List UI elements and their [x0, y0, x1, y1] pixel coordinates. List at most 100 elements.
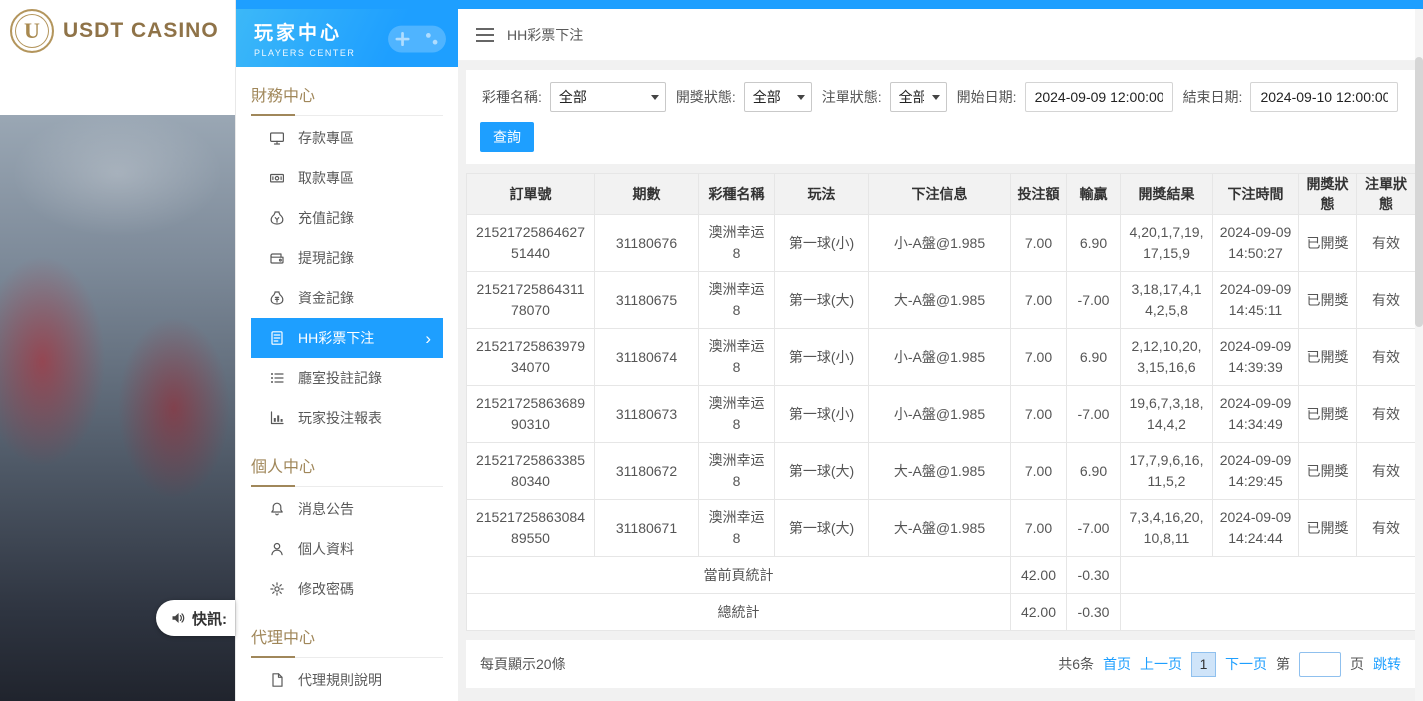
page-jump-input[interactable]: [1299, 652, 1341, 677]
news-ticker[interactable]: 快訊:: [156, 600, 235, 636]
sidebar-item-gear[interactable]: 修改密碼: [251, 569, 443, 609]
column-header: 開獎狀態: [1299, 174, 1357, 215]
content-area: 彩種名稱: 全部 開獎狀態: 全部: [458, 61, 1423, 701]
brand-name: USDT CASINO: [63, 19, 219, 43]
sidebar-item-label: 資金記錄: [298, 288, 354, 308]
column-header: 彩種名稱: [699, 174, 775, 215]
site-left-column: U USDT CASINO 快訊:: [0, 0, 235, 701]
sidebar-nav: 財務中心存款專區取款專區充值記錄提現記錄資金記錄HH彩票下注›廳室投註記錄玩家投…: [236, 82, 458, 700]
cell-bet-info: 小-A盤@1.985: [869, 215, 1011, 272]
sidebar-item-label: 廳室投註記錄: [298, 368, 382, 388]
cell-draw-status: 已開獎: [1299, 329, 1357, 386]
menu-toggle-icon[interactable]: [476, 28, 494, 42]
sidebar-item-bell[interactable]: 消息公告: [251, 489, 443, 529]
sidebar-item-room-record[interactable]: 廳室投註記錄: [251, 358, 443, 398]
sidebar-item-cashout-record[interactable]: 提現記錄: [251, 238, 443, 278]
table-row: 215217258633858034031180672澳洲幸运8第一球(大)大-…: [467, 443, 1416, 500]
prev-page-link[interactable]: 上一页: [1140, 654, 1182, 674]
next-page-link[interactable]: 下一页: [1225, 654, 1267, 674]
brand-logo[interactable]: U USDT CASINO: [0, 0, 235, 62]
cell-order-status: 有效: [1357, 500, 1416, 557]
jump-button[interactable]: 跳转: [1373, 654, 1401, 674]
cell-order: 2152172586462751440: [467, 215, 595, 272]
scrollbar-thumb[interactable]: [1415, 57, 1423, 327]
gamepad-icon: [386, 17, 448, 59]
cell-order-status: 有效: [1357, 329, 1416, 386]
cell-draw-status: 已開獎: [1299, 272, 1357, 329]
cell-lottery: 澳洲幸运8: [699, 329, 775, 386]
grand-total-label: 總統計: [467, 594, 1011, 631]
column-header: 期數: [595, 174, 699, 215]
start-date-input[interactable]: [1025, 82, 1173, 112]
table-row: 215217258636899031031180673澳洲幸运8第一球(小)小-…: [467, 386, 1416, 443]
jump-prefix-label: 第: [1276, 654, 1290, 674]
main-area: HH彩票下注 彩種名稱: 全部 開獎: [458, 9, 1423, 701]
current-page[interactable]: 1: [1191, 652, 1216, 677]
grand-total-winloss: -0.30: [1067, 594, 1121, 631]
column-header: 投注額: [1011, 174, 1067, 215]
table-row: 215217258646275144031180676澳洲幸运8第一球(小)小-…: [467, 215, 1416, 272]
sidebar-item-document[interactable]: 代理規則說明: [251, 660, 443, 700]
sidebar-item-label: 充值記錄: [298, 208, 354, 228]
chevron-right-icon: ›: [425, 330, 431, 347]
bell-icon: [269, 501, 285, 517]
cell-amount: 7.00: [1011, 443, 1067, 500]
cell-lottery: 澳洲幸运8: [699, 215, 775, 272]
column-header: 輸贏: [1067, 174, 1121, 215]
filter-panel: 彩種名稱: 全部 開獎狀態: 全部: [466, 70, 1415, 164]
cell-lottery: 澳洲幸运8: [699, 443, 775, 500]
window-scrollbar[interactable]: [1415, 9, 1423, 701]
bets-table-card: 訂單號期數彩種名稱玩法下注信息投注額輸贏開獎結果下注時間開獎狀態注單狀態 215…: [466, 173, 1415, 631]
sidebar-item-withdraw[interactable]: 取款專區: [251, 158, 443, 198]
ticker-label: 快訊:: [192, 608, 227, 629]
order-status-select[interactable]: 全部: [890, 82, 947, 112]
table-row: 215217258643117807031180675澳洲幸运8第一球(大)大-…: [467, 272, 1416, 329]
cell-result: 7,3,4,16,20,10,8,11: [1121, 500, 1213, 557]
first-page-link[interactable]: 首页: [1103, 654, 1131, 674]
cell-period: 31180672: [595, 443, 699, 500]
cell-bet-info: 大-A盤@1.985: [869, 272, 1011, 329]
grand-total-empty: [1121, 594, 1416, 631]
start-date-label: 開始日期:: [957, 87, 1017, 107]
cell-result: 17,7,9,6,16,11,5,2: [1121, 443, 1213, 500]
cell-result: 19,6,7,3,18,14,4,2: [1121, 386, 1213, 443]
sidebar-item-label: 提現記錄: [298, 248, 354, 268]
cell-period: 31180673: [595, 386, 699, 443]
sidebar-item-user[interactable]: 個人資料: [251, 529, 443, 569]
cell-winloss: -7.00: [1067, 386, 1121, 443]
query-button[interactable]: 查詢: [480, 122, 534, 152]
casino-logo-icon: U: [10, 9, 54, 53]
cell-period: 31180676: [595, 215, 699, 272]
end-date-input[interactable]: [1250, 82, 1398, 112]
funds-record-icon: [269, 290, 285, 306]
cell-time: 2024-09-09 14:34:49: [1213, 386, 1299, 443]
app-window: U USDT CASINO 快訊: 玩家中心 PLAYERS CENTER: [0, 0, 1423, 701]
cell-order-status: 有效: [1357, 386, 1416, 443]
sidebar-item-label: 存款專區: [298, 128, 354, 148]
cell-period: 31180675: [595, 272, 699, 329]
document-icon: [269, 672, 285, 688]
sidebar-item-label: 消息公告: [298, 499, 354, 519]
cell-time: 2024-09-09 14:50:27: [1213, 215, 1299, 272]
right-region: 玩家中心 PLAYERS CENTER 財務中心存款專區取款專區充值記錄提現記錄…: [235, 0, 1423, 701]
sidebar-item-recharge-record[interactable]: 充值記錄: [251, 198, 443, 238]
cell-play: 第一球(小): [775, 329, 869, 386]
page-size-text: 每頁顯示20條: [480, 654, 566, 674]
logo-letter: U: [24, 18, 40, 44]
cell-result: 3,18,17,4,14,2,5,8: [1121, 272, 1213, 329]
sidebar-item-lottery-bet[interactable]: HH彩票下注›: [251, 318, 443, 358]
sidebar-item-label: 修改密碼: [298, 579, 354, 599]
cell-draw-status: 已開獎: [1299, 215, 1357, 272]
cell-amount: 7.00: [1011, 329, 1067, 386]
cell-amount: 7.00: [1011, 386, 1067, 443]
cell-amount: 7.00: [1011, 215, 1067, 272]
sidebar-item-funds-record[interactable]: 資金記錄: [251, 278, 443, 318]
cell-result: 4,20,1,7,19,17,15,9: [1121, 215, 1213, 272]
cell-bet-info: 大-A盤@1.985: [869, 443, 1011, 500]
sidebar-item-deposit[interactable]: 存款專區: [251, 118, 443, 158]
lottery-select[interactable]: 全部: [550, 82, 666, 112]
sidebar-item-report[interactable]: 玩家投注報表: [251, 398, 443, 438]
cell-order: 2152172586368990310: [467, 386, 595, 443]
cell-order-status: 有效: [1357, 215, 1416, 272]
draw-status-select[interactable]: 全部: [744, 82, 812, 112]
